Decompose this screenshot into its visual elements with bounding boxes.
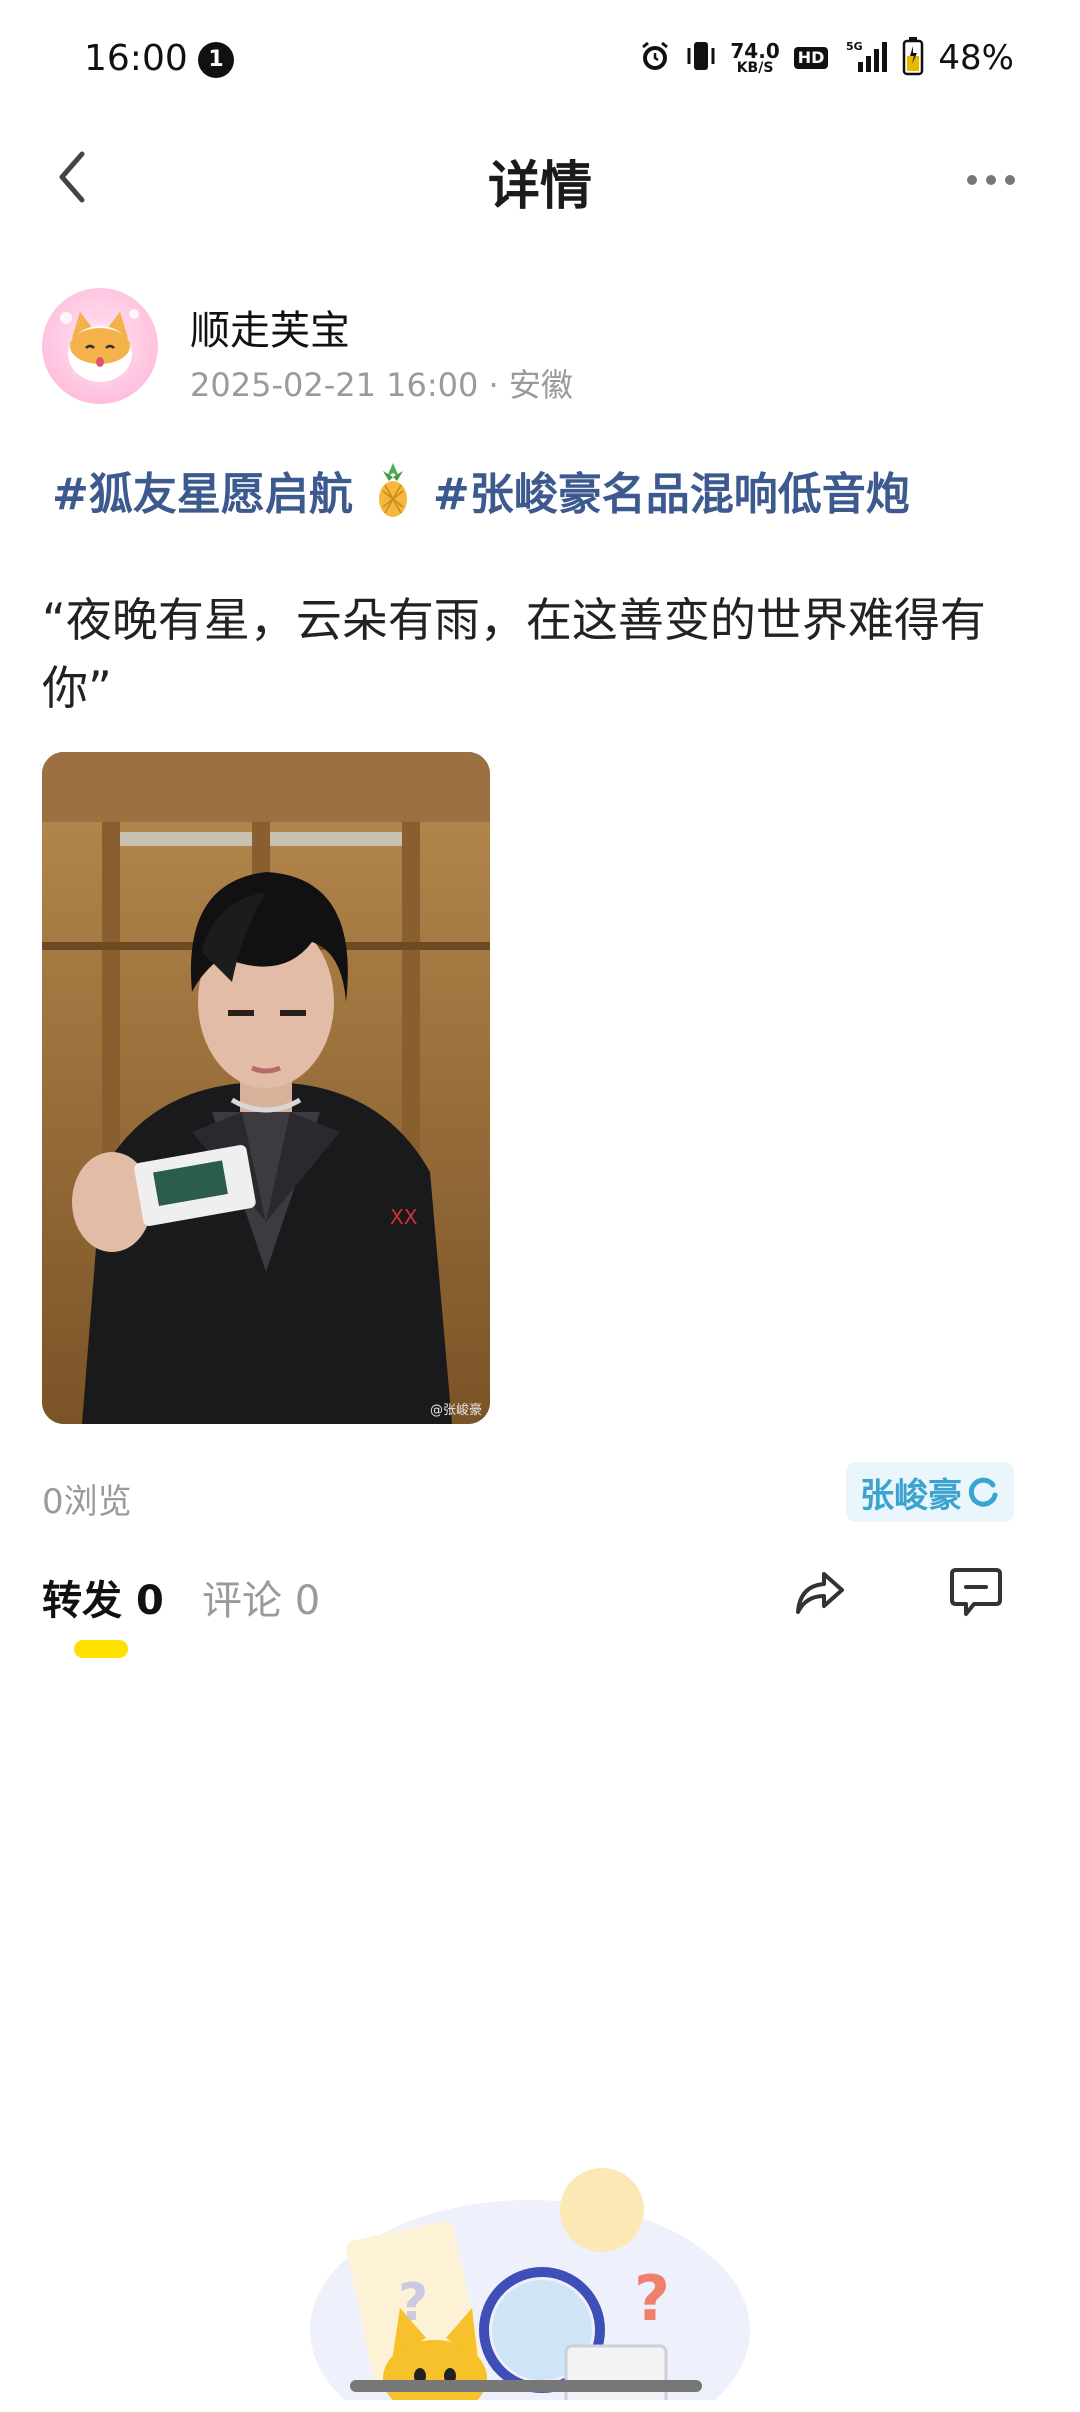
notification-badge: 1 xyxy=(198,42,234,78)
svg-text:?: ? xyxy=(634,2262,670,2335)
artist-tag[interactable]: 张峻豪 xyxy=(846,1462,1014,1522)
tab-comment[interactable]: 评论 0 xyxy=(202,1568,320,1626)
view-count: 0浏览 xyxy=(42,1482,132,1522)
person-photo-image: XX xyxy=(42,752,490,1424)
post-date: 2025-02-21 16:00 xyxy=(190,366,479,404)
refresh-arc-icon xyxy=(968,1477,998,1507)
share-arrow-icon xyxy=(796,1572,844,1614)
tab-repost-count: 0 xyxy=(135,1578,164,1624)
page-title: 详情 xyxy=(487,157,592,217)
hd-badge: HD xyxy=(793,47,829,69)
meta-separator: · xyxy=(488,366,499,404)
network-speed: 74.0 KB/S xyxy=(730,39,780,76)
post-location: 安徽 xyxy=(508,366,573,404)
svg-text:XX: XX xyxy=(390,1205,418,1229)
home-indicator[interactable] xyxy=(350,2380,702,2392)
status-bar: 16:00 1 74.0 KB/S HD 5G 48% xyxy=(0,0,1080,120)
pineapple-icon xyxy=(371,461,415,519)
share-button[interactable] xyxy=(790,1562,850,1622)
svg-text:5G: 5G xyxy=(846,40,863,53)
topic-tags: #狐友星愿启航 #张峻豪名品混响低音炮 xyxy=(52,458,910,522)
post-content: “夜晚有星，云朵有雨，在这善变的世界难得有你” xyxy=(42,593,986,715)
tab-repost[interactable]: 转发 0 xyxy=(42,1568,164,1626)
vibrate-icon xyxy=(686,38,716,78)
active-tab-indicator xyxy=(74,1640,128,1658)
artist-tag-label: 张峻豪 xyxy=(860,1475,962,1516)
battery-percent: 48% xyxy=(938,38,1014,78)
author-avatar[interactable] xyxy=(42,288,158,404)
top-nav-bar: 详情 xyxy=(0,120,1080,230)
fox-avatar-icon xyxy=(60,308,139,382)
more-dots-icon xyxy=(967,175,1015,185)
empty-state-illustration: ? ? xyxy=(310,2100,750,2412)
tab-repost-label: 转发 xyxy=(42,1578,122,1624)
alarm-icon xyxy=(638,39,672,77)
empty-fox-illustration-icon: ? ? xyxy=(310,2168,750,2412)
status-icons: 74.0 KB/S HD 5G 48% xyxy=(638,36,1014,80)
comment-button[interactable] xyxy=(946,1562,1006,1622)
tab-comment-count: 0 xyxy=(294,1578,321,1624)
topic-tag-2[interactable]: #张峻豪名品混响低音炮 xyxy=(433,458,910,522)
photo-watermark: @张峻豪 xyxy=(429,1403,482,1418)
comment-bubble-icon xyxy=(950,1568,1002,1616)
author-name[interactable]: 顺走芙宝 xyxy=(190,298,350,356)
status-time: 16:00 xyxy=(84,38,188,79)
tab-comment-label: 评论 xyxy=(202,1578,282,1624)
post-photo[interactable]: XX @张峻豪 xyxy=(42,752,490,1424)
battery-icon xyxy=(902,36,924,80)
topic-tag-1[interactable]: #狐友星愿启航 xyxy=(52,458,353,522)
signal-icon: 5G xyxy=(842,38,888,78)
more-button[interactable] xyxy=(956,160,1026,200)
post-meta: 2025-02-21 16:00 · 安徽 xyxy=(190,360,573,406)
